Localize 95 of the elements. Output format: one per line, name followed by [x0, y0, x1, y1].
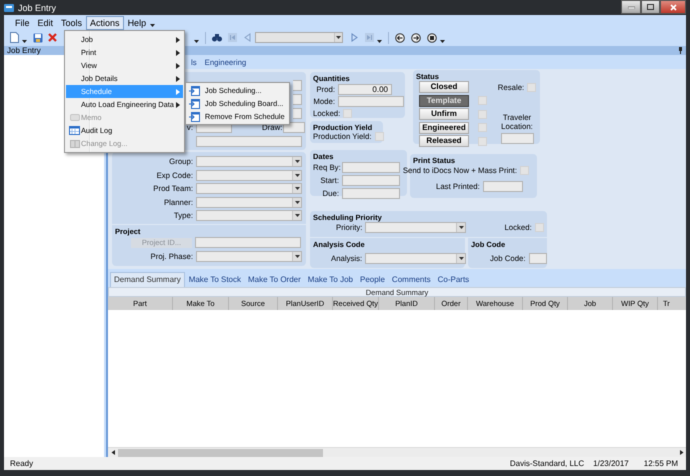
menu-item[interactable]: Actions	[86, 16, 124, 30]
checkbox[interactable]	[478, 96, 487, 105]
checkbox[interactable]	[527, 83, 536, 92]
panel-title: Job Entry	[7, 46, 41, 55]
back-arrow-icon[interactable]	[395, 32, 405, 42]
menu-item[interactable]: File	[11, 16, 34, 30]
dropdown-arrow-icon	[294, 255, 300, 258]
checkbox[interactable]	[534, 223, 544, 232]
menu-item[interactable]: Tools	[57, 16, 86, 30]
book-icon	[70, 139, 80, 148]
dropdown-field[interactable]	[196, 156, 302, 167]
note-icon	[70, 114, 80, 121]
close-icon	[670, 4, 676, 10]
dropdown-arrow-icon	[458, 226, 464, 229]
tab[interactable]: Make To Order	[245, 273, 304, 287]
binoculars-icon[interactable]	[212, 34, 222, 42]
text-field[interactable]	[342, 175, 400, 186]
checkbox[interactable]	[343, 108, 352, 118]
status-button[interactable]: Closed	[419, 81, 469, 93]
checkbox[interactable]	[478, 123, 487, 132]
checkbox[interactable]	[520, 166, 529, 175]
tab[interactable]: Co-Parts	[434, 273, 472, 287]
window-title: Job Entry	[18, 2, 56, 12]
dropdown-arrow-icon	[294, 200, 300, 204]
text-field[interactable]	[338, 96, 404, 106]
dropdown-arrow-icon	[336, 36, 341, 39]
tab[interactable]: Comments	[388, 273, 434, 287]
dropdown-field[interactable]	[196, 251, 302, 262]
caret-icon[interactable]	[22, 40, 27, 42]
maximize-icon	[647, 4, 654, 10]
status-button[interactable]: Released	[419, 135, 469, 147]
dropdown-field[interactable]	[196, 170, 302, 180]
maximize-button[interactable]	[641, 0, 660, 14]
text-field[interactable]	[196, 136, 302, 147]
text-field[interactable]	[342, 188, 400, 200]
checkbox[interactable]	[478, 110, 487, 118]
dropdown-arrow-icon	[294, 174, 300, 176]
record-combo[interactable]	[255, 32, 343, 43]
window-icon	[188, 98, 200, 108]
text-field[interactable]	[195, 237, 301, 248]
tab[interactable]: People	[357, 273, 388, 287]
pin-icon[interactable]	[678, 47, 683, 54]
delete-icon[interactable]	[48, 33, 57, 42]
dropdown-arrow-icon	[458, 257, 464, 260]
window-icon	[188, 112, 200, 122]
status-button[interactable]: Engineered	[419, 122, 469, 134]
status-button[interactable]: Template	[419, 94, 469, 106]
save-icon[interactable]	[33, 32, 43, 42]
close-button[interactable]	[660, 0, 686, 14]
caret-icon[interactable]	[440, 40, 445, 42]
dropdown-field[interactable]	[365, 222, 466, 233]
text-field[interactable]	[528, 253, 547, 264]
tab[interactable]: Make To Job	[304, 273, 356, 287]
caret-icon[interactable]	[194, 40, 199, 42]
number-field[interactable]: 0.00	[338, 84, 392, 94]
tab[interactable]: Make To Stock	[186, 273, 244, 287]
status-date: 1/23/2017	[593, 459, 629, 468]
checkbox[interactable]	[374, 132, 384, 141]
new-document-icon[interactable]	[10, 32, 19, 43]
status-button[interactable]: Unfirm	[419, 108, 469, 120]
first-icon[interactable]	[228, 33, 237, 42]
status-message: Ready	[10, 459, 34, 468]
dropdown-arrow-icon	[294, 187, 300, 190]
next-icon[interactable]	[350, 33, 359, 42]
dropdown-arrow-icon	[294, 214, 300, 217]
window-icon	[188, 86, 200, 96]
text-field[interactable]	[293, 108, 302, 119]
text-field[interactable]	[283, 122, 305, 133]
stop-icon[interactable]	[427, 32, 437, 42]
dropdown-arrow-icon	[294, 160, 300, 163]
text-field[interactable]	[482, 181, 523, 192]
status-time: 12:55 PM	[644, 459, 678, 468]
menu-item[interactable]: Help	[124, 16, 150, 30]
text-field[interactable]	[293, 94, 302, 105]
dropdown-field[interactable]	[365, 253, 466, 264]
menu-item[interactable]: Edit	[34, 16, 58, 30]
dropdown-field[interactable]	[196, 196, 302, 208]
caret-icon[interactable]	[377, 40, 382, 42]
last-icon[interactable]	[365, 33, 374, 42]
minimize-icon	[628, 6, 634, 8]
dropdown-field[interactable]	[196, 183, 302, 194]
text-field[interactable]	[500, 133, 534, 144]
scrollbar-thumb[interactable]	[118, 448, 323, 456]
forward-arrow-icon[interactable]	[411, 32, 421, 42]
minimize-button[interactable]	[621, 0, 641, 14]
previous-icon[interactable]	[243, 33, 252, 42]
text-field[interactable]	[342, 162, 400, 174]
caret-icon[interactable]	[150, 24, 156, 27]
dropdown-field[interactable]	[196, 210, 302, 221]
app-icon	[4, 4, 14, 12]
calendar-icon	[69, 126, 80, 135]
text-field[interactable]	[293, 80, 302, 91]
checkbox[interactable]	[478, 136, 487, 146]
tab[interactable]: Demand Summary	[110, 272, 185, 287]
company-name: Davis-Standard, LLC	[510, 459, 584, 468]
